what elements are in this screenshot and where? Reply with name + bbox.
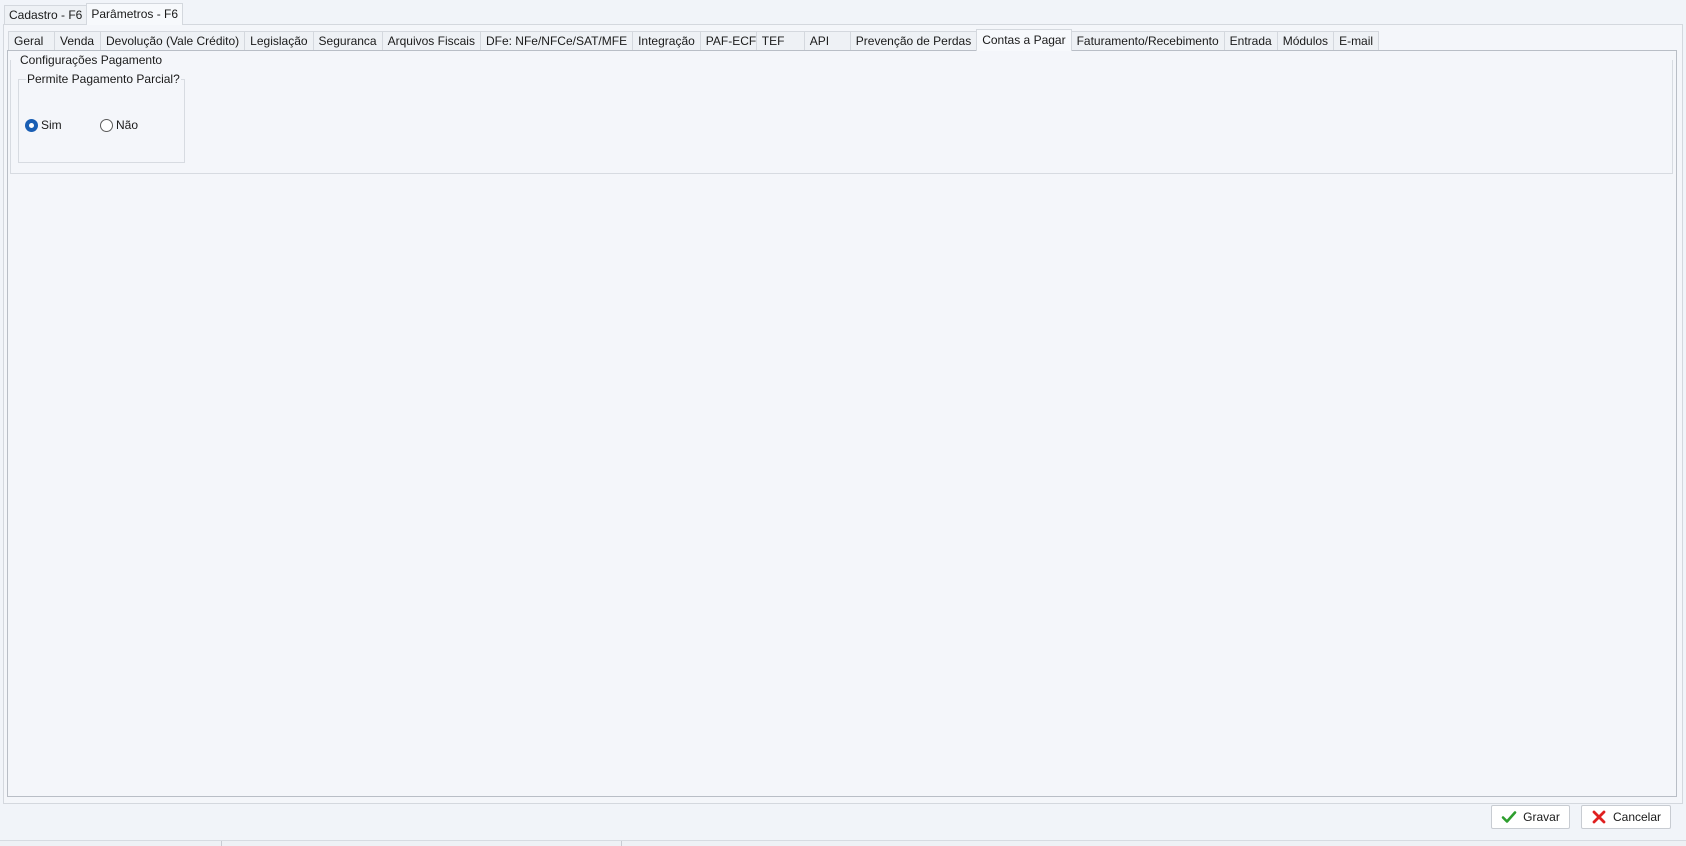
- close-icon: [1592, 810, 1606, 824]
- tab-entrada[interactable]: Entrada: [1223, 31, 1278, 51]
- tab-seguranca[interactable]: Seguranca: [312, 31, 383, 51]
- tab-parametros[interactable]: Parâmetros - F6: [86, 3, 184, 25]
- tab-dfe[interactable]: DFe: NFe/NFCe/SAT/MFE: [479, 31, 634, 51]
- tab-venda[interactable]: Venda: [54, 31, 101, 51]
- tab-tef[interactable]: TEF: [755, 31, 805, 51]
- tab-api[interactable]: API: [803, 31, 851, 51]
- tab-geral[interactable]: Geral: [8, 31, 55, 51]
- checkmark-icon: [1501, 811, 1517, 823]
- cancel-button-label: Cancelar: [1612, 810, 1662, 824]
- status-bar: [0, 840, 1686, 846]
- tab-paf-ecf[interactable]: PAF-ECF: [699, 31, 757, 51]
- payment-settings-title: Configurações Pagamento: [19, 53, 164, 67]
- cancel-button[interactable]: Cancelar: [1581, 805, 1671, 829]
- save-button-label: Gravar: [1523, 810, 1560, 824]
- radio-nao-label: Não: [116, 118, 139, 132]
- partial-payment-title: Permite Pagamento Parcial?: [26, 72, 181, 86]
- save-button[interactable]: Gravar: [1491, 805, 1570, 829]
- radio-unchecked-icon: [100, 118, 113, 132]
- tab-arquivos-fiscais[interactable]: Arquivos Fiscais: [381, 31, 481, 51]
- tab-integracao[interactable]: Integração: [632, 31, 701, 51]
- tab-modulos[interactable]: Módulos: [1276, 31, 1335, 51]
- radio-nao[interactable]: Não: [100, 118, 138, 132]
- status-divider: [621, 841, 622, 846]
- radio-sim-label: Sim: [41, 118, 62, 132]
- tab-faturamento-recebimento[interactable]: Faturamento/Recebimento: [1070, 31, 1225, 51]
- tab-prevencao-perdas[interactable]: Prevenção de Perdas: [849, 31, 978, 51]
- parameters-window: Cadastro - F6 Parâmetros - F6 Geral Vend…: [0, 0, 1686, 846]
- radio-checked-icon: [25, 118, 38, 132]
- tab-email[interactable]: E-mail: [1333, 31, 1380, 51]
- radio-sim[interactable]: Sim: [25, 118, 62, 132]
- status-divider: [221, 841, 222, 846]
- inner-tab-bar: Geral Venda Devolução (Vale Crédito) Leg…: [8, 29, 1380, 51]
- tab-devolucao[interactable]: Devolução (Vale Crédito): [100, 31, 246, 51]
- tab-legislacao[interactable]: Legislação: [244, 31, 314, 51]
- tab-contas-a-pagar[interactable]: Contas a Pagar: [976, 29, 1072, 51]
- payment-settings-group: [10, 60, 1673, 174]
- top-tab-bar: Cadastro - F6 Parâmetros - F6: [4, 3, 184, 25]
- tab-cadastro[interactable]: Cadastro - F6: [4, 5, 88, 25]
